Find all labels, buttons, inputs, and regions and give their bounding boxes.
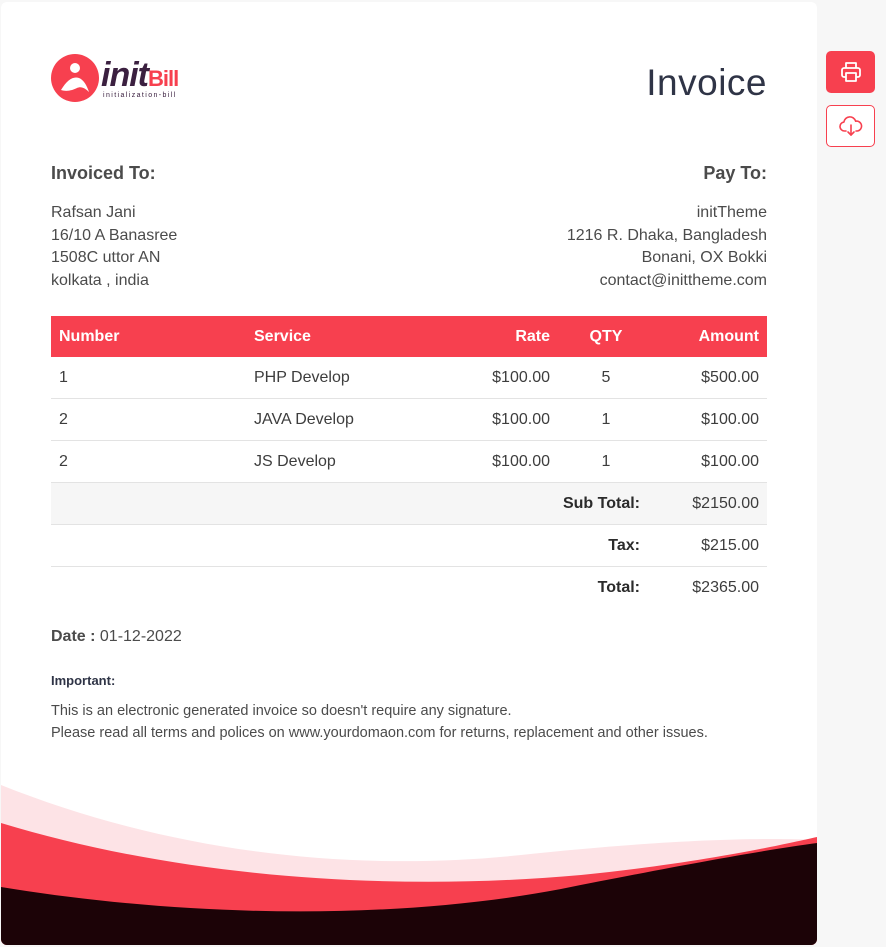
page-title: Invoice — [646, 62, 767, 103]
date-value: 01-12-2022 — [99, 628, 182, 645]
invoiced-to-line: Rafsan Jani — [51, 204, 136, 221]
cell-qty: 5 — [558, 357, 654, 399]
pay-to-address: initTheme 1216 R. Dhaka, Bangladesh Bona… — [567, 202, 767, 292]
cell-service: JS Develop — [246, 440, 442, 483]
total-label: Total: — [597, 578, 640, 596]
brand-name-part2: Bill — [147, 66, 179, 91]
total-value: $2365.00 — [692, 578, 759, 596]
print-button[interactable] — [826, 51, 875, 93]
tax-value: $215.00 — [654, 524, 767, 567]
total-row: Total: $2365.00 — [51, 567, 767, 609]
important-notes: This is an electronic generated invoice … — [51, 700, 708, 744]
cell-rate: $100.00 — [442, 440, 558, 483]
invoiced-to-address: Rafsan Jani 16/10 A Banasree 1508C uttor… — [51, 202, 177, 292]
cell-rate: $100.00 — [442, 357, 558, 399]
column-header-qty: QTY — [558, 316, 654, 357]
pay-to-line: Bonani, OX Bokki — [641, 249, 767, 266]
cell-service: PHP Develop — [246, 357, 442, 399]
important-heading: Important: — [51, 673, 116, 688]
subtotal-value: $2150.00 — [654, 482, 767, 525]
cell-qty: 1 — [558, 398, 654, 441]
cloud-download-icon — [838, 116, 862, 136]
table-row: 2 JAVA Develop $100.00 1 $100.00 — [51, 398, 767, 441]
cell-number: 1 — [51, 357, 246, 399]
invoiced-to-line: kolkata , india — [51, 271, 149, 289]
table-row: 1 PHP Develop $100.00 5 $500.00 — [51, 357, 767, 399]
cell-amount: $100.00 — [654, 398, 767, 441]
brand-wordmark: initBill — [101, 56, 179, 95]
cell-amount: $500.00 — [654, 357, 767, 399]
subtotal-label: Sub Total: — [51, 482, 654, 525]
cell-number: 2 — [51, 398, 246, 441]
date-label: Date : — [51, 628, 96, 645]
table-row: 2 JS Develop $100.00 1 $100.00 — [51, 440, 767, 483]
invoiced-to-heading: Invoiced To: — [51, 163, 156, 183]
pay-to-line: 1216 R. Dhaka, Bangladesh — [566, 226, 767, 244]
cell-rate: $100.00 — [442, 398, 558, 441]
printer-icon — [840, 62, 861, 82]
logo-mark-icon — [51, 54, 99, 102]
column-header-service: Service — [246, 316, 442, 357]
cell-number: 2 — [51, 440, 246, 483]
column-header-amount: Amount — [654, 316, 767, 357]
pay-to-email: contact@inittheme.com — [599, 271, 767, 289]
pay-to-heading: Pay To: — [703, 163, 767, 183]
column-header-number: Number — [51, 316, 246, 357]
important-note-line: This is an electronic generated invoice … — [51, 703, 512, 719]
important-note-line: Please read all terms and polices on www… — [51, 725, 708, 741]
invoice-date: Date : 01-12-2022 — [51, 628, 182, 646]
cell-service: JAVA Develop — [246, 398, 442, 441]
brand-tagline: initialization-bill — [103, 92, 177, 99]
download-button[interactable] — [826, 105, 875, 147]
tax-row: Tax: $215.00 — [51, 524, 767, 567]
cell-amount: $100.00 — [654, 440, 767, 483]
invoiced-to-line: 16/10 A Banasree — [51, 226, 178, 244]
invoice-items-table: Number Service Rate QTY Amount 1 PHP Dev… — [51, 316, 767, 608]
invoiced-to-line: 1508C uttor AN — [51, 249, 161, 266]
footer-wave — [1, 785, 817, 945]
cell-qty: 1 — [558, 440, 654, 483]
tax-label: Tax: — [51, 524, 654, 567]
pay-to-line: initTheme — [696, 204, 767, 221]
brand-name-part1: init — [101, 56, 149, 94]
invoice-sheet: initBill initialization-bill Invoice Inv… — [1, 2, 817, 945]
subtotal-row: Sub Total: $2150.00 — [51, 482, 767, 525]
table-header-row: Number Service Rate QTY Amount — [51, 316, 767, 357]
column-header-rate: Rate — [442, 316, 558, 357]
